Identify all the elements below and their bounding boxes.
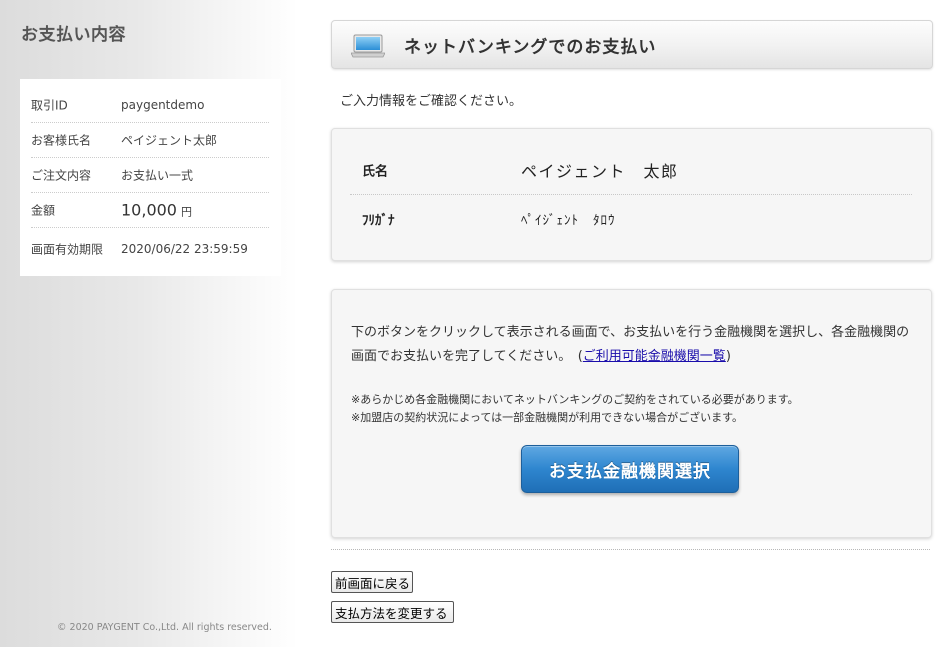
page-header: ネットバンキングでのお支払い xyxy=(331,20,933,69)
customer-info-card: 氏名 ペイジェント 太郎 ﾌﾘｶﾞﾅ ﾍﾟｲｼﾞｪﾝﾄ ﾀﾛｳ xyxy=(331,128,932,261)
name-label: 氏名 xyxy=(362,164,389,180)
summary-row-transaction-id: 取引ID paygentdemo xyxy=(31,88,269,123)
kana-row: ﾌﾘｶﾞﾅ ﾍﾟｲｼﾞｪﾝﾄ ﾀﾛｳ xyxy=(350,195,912,243)
back-button[interactable]: 前画面に戻る xyxy=(331,571,413,593)
expiry-label: 画面有効期限 xyxy=(31,242,104,257)
available-banks-link[interactable]: ご利用可能金融機関一覧 xyxy=(583,349,726,364)
kana-value: ﾍﾟｲｼﾞｪﾝﾄ ﾀﾛｳ xyxy=(521,213,616,229)
page-title: ネットバンキングでのお支払い xyxy=(404,37,657,57)
amount-value: 10,000 円 xyxy=(121,201,192,220)
sidebar-title: お支払い内容 xyxy=(21,25,126,45)
transaction-id-label: 取引ID xyxy=(31,98,68,113)
summary-row-amount: 金額 10,000 円 xyxy=(31,193,269,228)
sidebar: お支払い内容 取引ID paygentdemo お客様氏名 ペイジェント太郎 ご… xyxy=(0,0,298,647)
summary-row-customer-name: お客様氏名 ペイジェント太郎 xyxy=(31,123,269,158)
bank-selection-card: 下のボタンをクリックして表示される画面で、お支払いを行う金融機関を選択し、各金融… xyxy=(331,289,932,538)
divider xyxy=(331,549,930,550)
laptop-icon xyxy=(351,34,385,58)
description-close-paren: ) xyxy=(725,349,731,364)
select-bank-button[interactable]: お支払金融機関選択 xyxy=(521,445,739,493)
copyright-text: © 2020 PAYGENT Co.,Ltd. All rights reser… xyxy=(57,622,272,633)
expiry-value: 2020/06/22 23:59:59 xyxy=(121,242,248,256)
note-bank-availability: ※加盟店の契約状況によっては一部金融機関が利用できない場合がございます。 xyxy=(351,411,744,424)
customer-name-value: ペイジェント太郎 xyxy=(121,133,218,148)
name-row: 氏名 ペイジェント 太郎 xyxy=(350,146,912,195)
confirmation-intro: ご入力情報をご確認ください。 xyxy=(340,94,523,109)
summary-row-expiry: 画面有効期限 2020/06/22 23:59:59 xyxy=(31,231,269,267)
customer-name-label: お客様氏名 xyxy=(31,133,92,148)
notes: ※あらかじめ各金融機関においてネットバンキングのご契約をされている必要があります… xyxy=(351,391,916,427)
summary-row-order: ご注文内容 お支払い一式 xyxy=(31,158,269,193)
transaction-id-value: paygentdemo xyxy=(121,98,205,112)
name-value: ペイジェント 太郎 xyxy=(521,162,679,181)
amount-unit: 円 xyxy=(180,205,192,219)
order-value: お支払い一式 xyxy=(121,168,194,183)
bank-selection-description: 下のボタンをクリックして表示される画面で、お支払いを行う金融機関を選択し、各金融… xyxy=(351,321,916,369)
amount-number: 10,000 xyxy=(121,200,177,220)
order-label: ご注文内容 xyxy=(31,168,92,183)
note-contract-required: ※あらかじめ各金融機関においてネットバンキングのご契約をされている必要があります… xyxy=(351,393,799,406)
amount-label: 金額 xyxy=(31,203,56,218)
payment-summary-panel: 取引ID paygentdemo お客様氏名 ペイジェント太郎 ご注文内容 お支… xyxy=(20,79,281,276)
change-payment-method-button[interactable]: 支払方法を変更する xyxy=(331,601,454,623)
kana-label: ﾌﾘｶﾞﾅ xyxy=(362,213,395,229)
